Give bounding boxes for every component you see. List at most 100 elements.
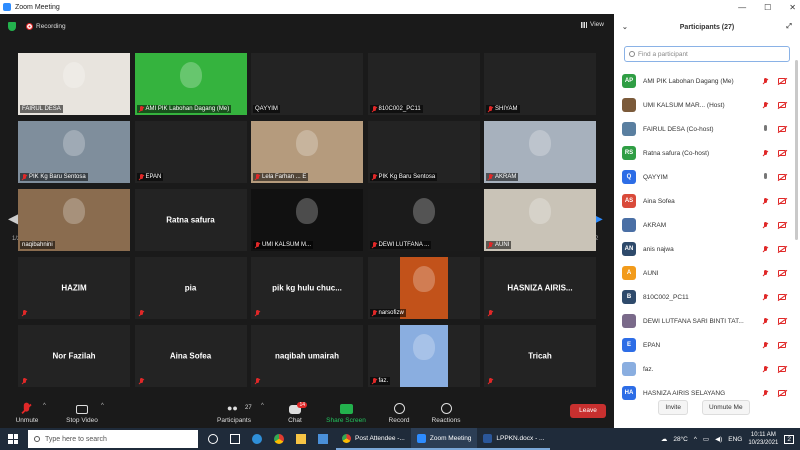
participant-tile[interactable]: AMI PIK Labohan Dagang (Me) (134, 53, 247, 115)
chrome-icon[interactable] (274, 434, 284, 444)
cortana-icon[interactable] (208, 434, 218, 444)
taskbar-app-zoom[interactable]: Zoom Meeting (410, 428, 478, 450)
notification-icon[interactable]: 2 (784, 434, 794, 444)
participant-row[interactable]: UMI KALSUM MAR... (Host) (622, 93, 794, 117)
participant-row[interactable]: Q QAYYIM (622, 165, 794, 189)
participant-row[interactable]: E EPAN (622, 333, 794, 357)
participant-tile[interactable]: SHIYAM (484, 53, 596, 115)
participant-tile[interactable]: Lela Farhan ... E (251, 121, 363, 183)
participant-tile[interactable]: FAIRUL DESA (18, 53, 130, 115)
participants-caret-icon[interactable]: ^ (261, 403, 264, 409)
unmute-me-button[interactable]: Unmute Me (701, 400, 750, 415)
participant-row[interactable]: AKRAM (622, 213, 794, 237)
store-icon[interactable] (318, 434, 328, 444)
chat-button[interactable]: 14 Chat (280, 396, 310, 428)
participant-row[interactable]: DEWI LUTFANA SARI BINTI TAT... (622, 309, 794, 333)
participant-tile[interactable]: narsofizw (367, 257, 480, 319)
participant-tile[interactable]: HASNIZA AIRIS... (484, 257, 596, 319)
windows-start-icon[interactable] (8, 434, 18, 444)
participant-tile[interactable]: Aina Sofea (134, 325, 247, 387)
participant-tile[interactable]: PIK Kg Baru Sentosa (18, 121, 130, 183)
participant-row[interactable]: faz. (622, 357, 794, 381)
invite-button[interactable]: Invite (658, 400, 688, 415)
file-explorer-icon[interactable] (296, 434, 306, 444)
clock[interactable]: 10:11 AM 10/23/2021 (748, 431, 778, 447)
participant-row-name: 810C002_PC11 (643, 293, 689, 301)
participant-tile[interactable]: pia (134, 257, 247, 319)
participant-row[interactable]: AN anis najwa (622, 237, 794, 261)
tile-name-label (486, 377, 495, 385)
network-icon[interactable]: ▭ (703, 435, 709, 443)
task-view-icon[interactable] (230, 434, 240, 444)
leave-button[interactable]: Leave (570, 404, 606, 418)
participant-tile[interactable]: Nor Fazilah (18, 325, 130, 387)
view-label: View (590, 21, 604, 28)
volume-icon[interactable]: ◀) (715, 435, 722, 443)
tray-chevron-icon[interactable]: ^ (694, 436, 697, 443)
tile-name-label: FAIRUL DESA (20, 105, 63, 113)
panel-scrollbar[interactable] (795, 60, 798, 240)
participant-tile[interactable]: naqibahnini (18, 189, 130, 251)
participant-tile[interactable]: QAYYIM (251, 53, 363, 115)
participant-row[interactable]: B 810C002_PC11 (622, 285, 794, 309)
record-button[interactable]: Record (384, 396, 414, 428)
unmute-button[interactable]: Unmute (10, 396, 44, 428)
muted-mic-icon (20, 402, 34, 414)
view-button[interactable]: View (581, 21, 604, 28)
tile-label-text: FAIRUL DESA (22, 106, 61, 112)
video-off-icon (778, 174, 786, 180)
participant-tile[interactable]: UMI KALSUM M... (251, 189, 363, 251)
participant-tile[interactable]: DEWI LUTFANA ... (367, 189, 480, 251)
participant-row[interactable]: A AUNI (622, 261, 794, 285)
participant-tile[interactable]: Ratna safura (134, 189, 247, 251)
participant-row[interactable]: AS Aina Sofea (622, 189, 794, 213)
popout-icon[interactable]: ⤢ (786, 23, 792, 31)
edge-icon[interactable] (252, 434, 262, 444)
participant-tile[interactable]: pik kg hulu chuc... (251, 257, 363, 319)
participant-tile[interactable]: AKRAM (484, 121, 596, 183)
profile-photo (399, 257, 448, 319)
close-button[interactable]: ✕ (789, 3, 796, 12)
participant-tile[interactable]: PIK Kg Baru Sentosa (367, 121, 480, 183)
participant-row[interactable]: AP AMI PIK Labohan Dagang (Me) (622, 69, 794, 93)
minimize-button[interactable]: — (738, 3, 746, 12)
muted-mic-icon (255, 378, 260, 384)
tile-name-label: EPAN (136, 173, 164, 181)
participant-row[interactable]: FAIRUL DESA (Co-host) (622, 117, 794, 141)
tile-name-label: QAYYIM (253, 105, 280, 113)
temperature[interactable]: 28°C (673, 436, 688, 443)
recording-label: Recording (36, 22, 66, 30)
share-screen-button[interactable]: Share Screen (322, 396, 370, 428)
participants-button[interactable]: ●● 27 Participants (212, 396, 256, 428)
muted-mic-icon (763, 150, 768, 156)
tile-name-label: 810C002_PC11 (369, 105, 423, 113)
participant-search-input[interactable]: Find a participant (624, 46, 790, 62)
participant-row-name: UMI KALSUM MAR... (Host) (643, 101, 725, 109)
person-silhouette (529, 197, 551, 224)
taskbar-app-word[interactable]: LPPKN.docx - ... (477, 428, 551, 450)
language-icon[interactable]: ENG (728, 436, 742, 443)
participant-tile[interactable]: AUNI (484, 189, 596, 251)
participant-tile[interactable]: naqibah umairah (251, 325, 363, 387)
collapse-chevron-icon[interactable]: ⌄ (622, 23, 628, 31)
participant-row[interactable]: RS Ratna safura (Co-host) (622, 141, 794, 165)
participant-tile[interactable]: 810C002_PC11 (367, 53, 480, 115)
participant-tile[interactable]: Tricah (484, 325, 596, 387)
taskbar-app-chrome[interactable]: Post Attendee -... (336, 428, 411, 450)
avatar: RS (622, 146, 636, 160)
stop-video-button[interactable]: Stop Video (60, 396, 104, 428)
reactions-button[interactable]: Reactions (428, 396, 464, 428)
tile-label-text: QAYYIM (255, 106, 278, 112)
participant-name: Ratna safura (166, 215, 215, 225)
chat-bubble-icon: 14 (289, 402, 307, 414)
system-tray: ☁ 28°C ^ ▭ ◀) ENG 10:11 AM 10/23/2021 2 (661, 428, 800, 450)
participant-tile[interactable]: HAZIM (18, 257, 130, 319)
audio-options-caret-icon[interactable]: ^ (43, 403, 46, 409)
participant-tile[interactable]: EPAN (134, 121, 247, 183)
participant-tile[interactable]: faz. (367, 325, 480, 387)
shield-icon[interactable] (8, 21, 16, 31)
taskbar-search-input[interactable]: Type here to search (28, 430, 198, 448)
maximize-button[interactable]: ☐ (764, 3, 771, 12)
video-options-caret-icon[interactable]: ^ (101, 403, 104, 409)
weather-cloud-icon[interactable]: ☁ (661, 435, 668, 443)
